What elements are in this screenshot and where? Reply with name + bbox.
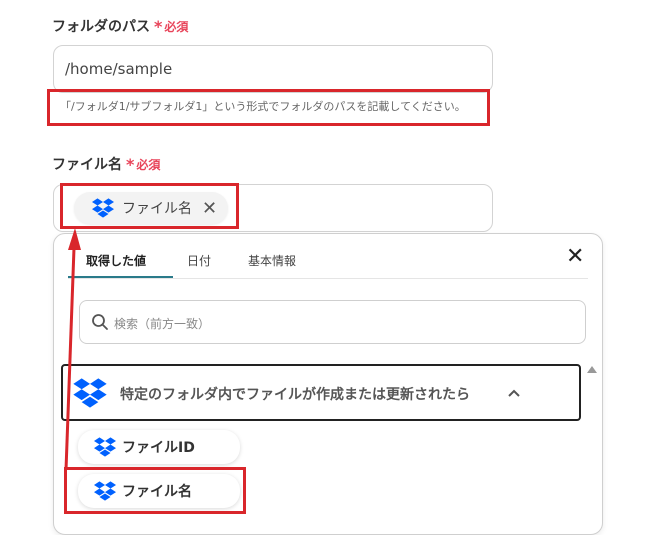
annotation-arrow	[64, 228, 81, 471]
